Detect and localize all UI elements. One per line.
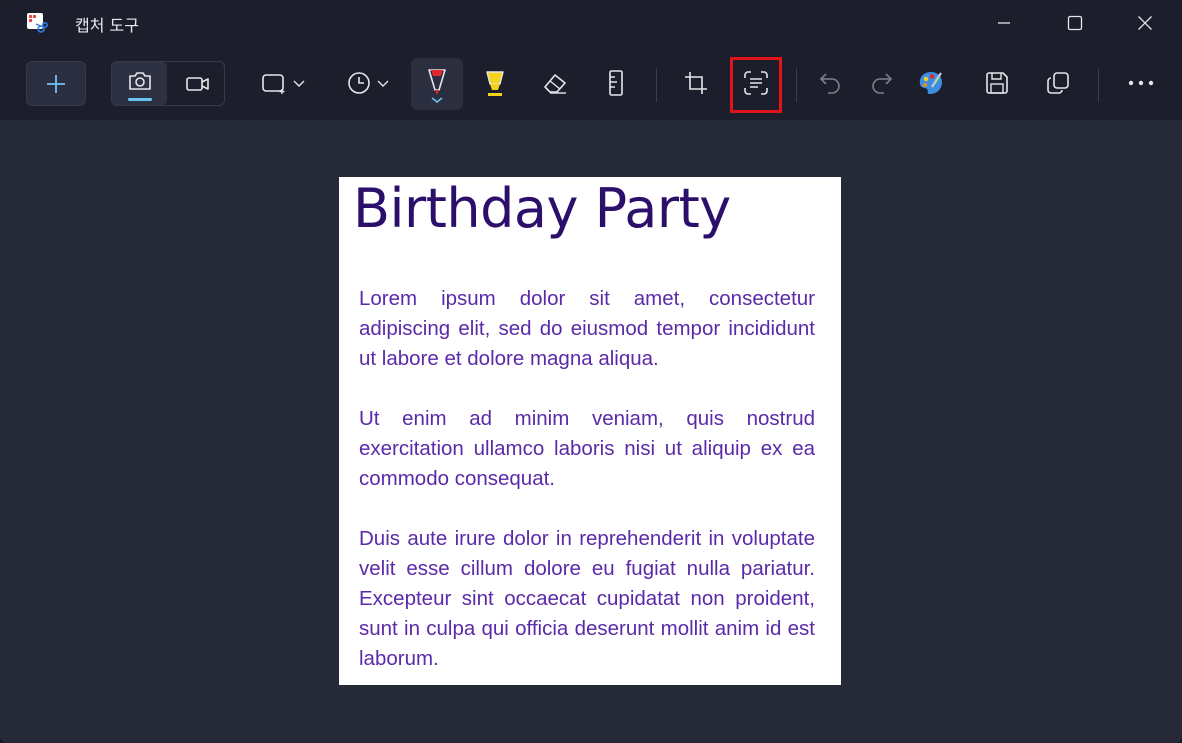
copy-icon bbox=[1047, 72, 1069, 94]
title-bar: 캡처 도구 bbox=[0, 0, 1182, 46]
toolbar-separator bbox=[656, 68, 657, 102]
crop-icon bbox=[685, 72, 707, 94]
clock-icon bbox=[348, 72, 370, 94]
close-button[interactable] bbox=[1110, 0, 1180, 46]
document-title: Birthday Party bbox=[353, 177, 731, 240]
paragraph-2: Ut enim ad minim veniam, quis nostrud ex… bbox=[359, 407, 815, 490]
video-mode-button[interactable] bbox=[170, 62, 225, 105]
paint-palette-icon bbox=[919, 72, 942, 94]
undo-icon bbox=[820, 73, 840, 94]
rectangle-snip-icon bbox=[262, 74, 285, 94]
paragraph-3: Duis aute irure dolor in reprehenderit i… bbox=[359, 527, 815, 670]
highlighter-button[interactable] bbox=[470, 60, 520, 106]
snipping-tool-app-icon bbox=[26, 12, 48, 34]
edit-in-paint-button[interactable] bbox=[907, 60, 955, 106]
delay-dropdown[interactable] bbox=[337, 60, 399, 106]
minimize-icon bbox=[998, 22, 1010, 24]
chevron-down-icon bbox=[377, 80, 389, 87]
maximize-button[interactable] bbox=[1040, 0, 1110, 46]
maximize-icon bbox=[1067, 15, 1083, 31]
undo-button[interactable] bbox=[806, 60, 854, 106]
ruler-button[interactable] bbox=[592, 60, 640, 106]
more-options-button[interactable] bbox=[1116, 60, 1166, 106]
eraser-button[interactable] bbox=[530, 60, 580, 106]
redo-button[interactable] bbox=[858, 60, 906, 106]
toolbar-separator bbox=[796, 68, 797, 102]
text-actions-highlight bbox=[730, 57, 782, 113]
save-button[interactable] bbox=[973, 60, 1021, 106]
photo-mode-button[interactable] bbox=[112, 62, 167, 105]
eraser-icon bbox=[544, 74, 566, 94]
plus-icon bbox=[47, 74, 65, 93]
paragraph-1: Lorem ipsum dolor sit amet, consectetur … bbox=[359, 287, 815, 370]
chevron-down-icon bbox=[293, 80, 305, 87]
camera-icon bbox=[128, 71, 151, 90]
minimize-button[interactable] bbox=[969, 0, 1039, 46]
pen-icon bbox=[428, 69, 446, 104]
snipping-tool-window: 캡처 도구 Birthday Party Lorem ipsum dolor s… bbox=[0, 0, 1182, 743]
app-title: 캡처 도구 bbox=[75, 16, 139, 35]
captured-image[interactable]: Birthday Party Lorem ipsum dolor sit ame… bbox=[339, 177, 841, 685]
crop-button[interactable] bbox=[672, 60, 720, 106]
highlighter-icon bbox=[486, 71, 504, 96]
snip-shape-dropdown[interactable] bbox=[252, 60, 314, 106]
close-icon bbox=[1138, 16, 1152, 30]
more-icon bbox=[1128, 80, 1154, 86]
copy-button[interactable] bbox=[1034, 60, 1082, 106]
video-camera-icon bbox=[185, 76, 209, 91]
ruler-icon bbox=[609, 70, 623, 96]
new-snip-button[interactable] bbox=[26, 61, 86, 106]
save-icon bbox=[986, 72, 1008, 94]
toolbar bbox=[0, 46, 1182, 120]
selected-indicator bbox=[128, 98, 152, 101]
redo-icon bbox=[872, 73, 892, 94]
toolbar-separator bbox=[1098, 68, 1099, 102]
ballpoint-pen-button[interactable] bbox=[411, 58, 463, 110]
